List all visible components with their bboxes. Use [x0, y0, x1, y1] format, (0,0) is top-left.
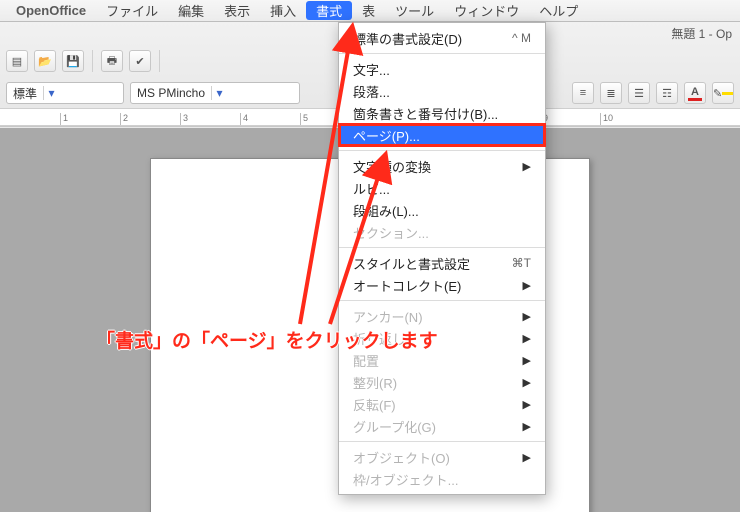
submenu-arrow-icon: ▶	[523, 376, 531, 389]
menubar: OpenOffice ファイル 編集 表示 挿入 書式 表 ツール ウィンドウ …	[0, 0, 740, 22]
print-button[interactable]: 🖶	[101, 50, 123, 72]
menu-item[interactable]: スタイルと書式設定 ⌘T	[339, 252, 545, 274]
ruler-tick: 2	[120, 113, 180, 125]
menu-item-label: 箇条書きと番号付け(B)...	[353, 104, 498, 123]
annotation-callout: 「書式」の「ページ」をクリックします	[96, 326, 438, 353]
menu-item[interactable]: 段落...	[339, 80, 545, 102]
menu-item-label: ルビ...	[353, 179, 390, 198]
menu-item[interactable]: 箇条書きと番号付け(B)...	[339, 102, 545, 124]
menu-separator	[339, 300, 545, 301]
open-button[interactable]: 📂	[34, 50, 56, 72]
menu-item[interactable]: 段組み(L)...	[339, 199, 545, 221]
toolbar-separator	[159, 50, 160, 72]
menu-item[interactable]: 文字種の変換 ▶	[339, 155, 545, 177]
font-name-value: MS PMincho	[137, 86, 205, 100]
menu-item: 整列(R) ▶	[339, 371, 545, 393]
menu-item-label: スタイルと書式設定	[353, 254, 470, 273]
menu-item: セクション...	[339, 221, 545, 243]
menu-item-label: 段組み(L)...	[353, 201, 419, 220]
menu-item-label: 段落...	[353, 82, 390, 101]
paragraph-style-combo[interactable]: 標準 ▾	[6, 82, 124, 104]
ruler-tick: 9	[540, 113, 600, 125]
submenu-arrow-icon: ▶	[523, 398, 531, 411]
submenu-arrow-icon: ▶	[523, 310, 531, 323]
menu-item-label: 整列(R)	[353, 373, 397, 392]
chevron-down-icon: ▾	[43, 86, 59, 100]
menu-separator	[339, 247, 545, 248]
menu-separator	[339, 441, 545, 442]
menu-item-label: オートコレクト(E)	[353, 276, 461, 295]
window-title: 無題 1 - Op	[671, 25, 732, 42]
align-center-button[interactable]: ≣	[600, 82, 622, 104]
submenu-arrow-icon: ▶	[523, 332, 531, 345]
menu-item: 枠/オブジェクト...	[339, 468, 545, 490]
format-menu-dropdown: 標準の書式設定(D) ^ M 文字... 段落... 箇条書きと番号付け(B)... ペー…	[338, 22, 546, 495]
menu-item[interactable]: ページ(P)...	[339, 124, 545, 146]
menu-item-label: アンカー(N)	[353, 307, 423, 326]
ruler-tick: 1	[60, 113, 120, 125]
numbering-button[interactable]: ☶	[656, 82, 678, 104]
menu-item-label: オブジェクト(O)	[353, 448, 450, 467]
font-a-icon: A	[691, 86, 699, 98]
bullets-button[interactable]: ☰	[628, 82, 650, 104]
submenu-arrow-icon: ▶	[523, 354, 531, 367]
menu-insert[interactable]: 挿入	[260, 1, 306, 20]
new-doc-button[interactable]: ▤	[6, 50, 28, 72]
menu-help[interactable]: ヘルプ	[529, 1, 588, 20]
menu-item: オブジェクト(O) ▶	[339, 446, 545, 468]
menu-item[interactable]: ルビ...	[339, 177, 545, 199]
save-button[interactable]: 💾	[62, 50, 84, 72]
paragraph-style-value: 標準	[13, 85, 37, 102]
submenu-arrow-icon: ▶	[523, 160, 531, 173]
menu-item-label: 標準の書式設定(D)	[353, 29, 462, 48]
menu-tools[interactable]: ツール	[385, 1, 444, 20]
menu-format[interactable]: 書式	[306, 1, 352, 20]
menu-item: グループ化(G) ▶	[339, 415, 545, 437]
menu-file[interactable]: ファイル	[96, 1, 168, 20]
highlight-color-swatch	[722, 92, 733, 95]
submenu-arrow-icon: ▶	[523, 451, 531, 464]
menu-item[interactable]: 標準の書式設定(D) ^ M	[339, 27, 545, 49]
ruler-tick: 10	[600, 113, 660, 125]
submenu-arrow-icon: ▶	[523, 420, 531, 433]
menu-separator	[339, 150, 545, 151]
menu-item-label: 文字...	[353, 60, 390, 79]
highlight-color-button[interactable]: ✎	[712, 82, 734, 104]
menu-view[interactable]: 表示	[214, 1, 260, 20]
toolbar-separator	[92, 50, 93, 72]
spellcheck-button[interactable]: ✔	[129, 50, 151, 72]
menu-item-label: グループ化(G)	[353, 417, 436, 436]
ruler-tick: 3	[180, 113, 240, 125]
menu-item-label: 枠/オブジェクト...	[353, 470, 458, 489]
menu-item-label: セクション...	[353, 223, 429, 242]
menu-table[interactable]: 表	[352, 1, 385, 20]
ruler-tick: 4	[240, 113, 300, 125]
align-left-button[interactable]: ≡	[572, 82, 594, 104]
chevron-down-icon: ▾	[211, 86, 227, 100]
font-color-swatch	[688, 98, 702, 101]
menu-item-shortcut: ^ M	[512, 31, 531, 45]
font-color-button[interactable]: A	[684, 82, 706, 104]
menu-item[interactable]: 文字...	[339, 58, 545, 80]
app-name: OpenOffice	[6, 3, 96, 18]
menu-window[interactable]: ウィンドウ	[444, 1, 529, 20]
menu-edit[interactable]: 編集	[168, 1, 214, 20]
menu-item-label: ページ(P)...	[353, 126, 420, 145]
menu-item-shortcut: ⌘T	[512, 256, 531, 270]
menu-item[interactable]: オートコレクト(E) ▶	[339, 274, 545, 296]
menu-item-label: 文字種の変換	[353, 157, 431, 176]
menu-item-label: 反転(F)	[353, 395, 396, 414]
menu-separator	[339, 53, 545, 54]
font-name-combo[interactable]: MS PMincho ▾	[130, 82, 300, 104]
submenu-arrow-icon: ▶	[523, 279, 531, 292]
menu-item: 反転(F) ▶	[339, 393, 545, 415]
menu-item-label: 配置	[353, 351, 379, 370]
menu-item: アンカー(N) ▶	[339, 305, 545, 327]
highlighter-icon: ✎	[713, 87, 722, 100]
